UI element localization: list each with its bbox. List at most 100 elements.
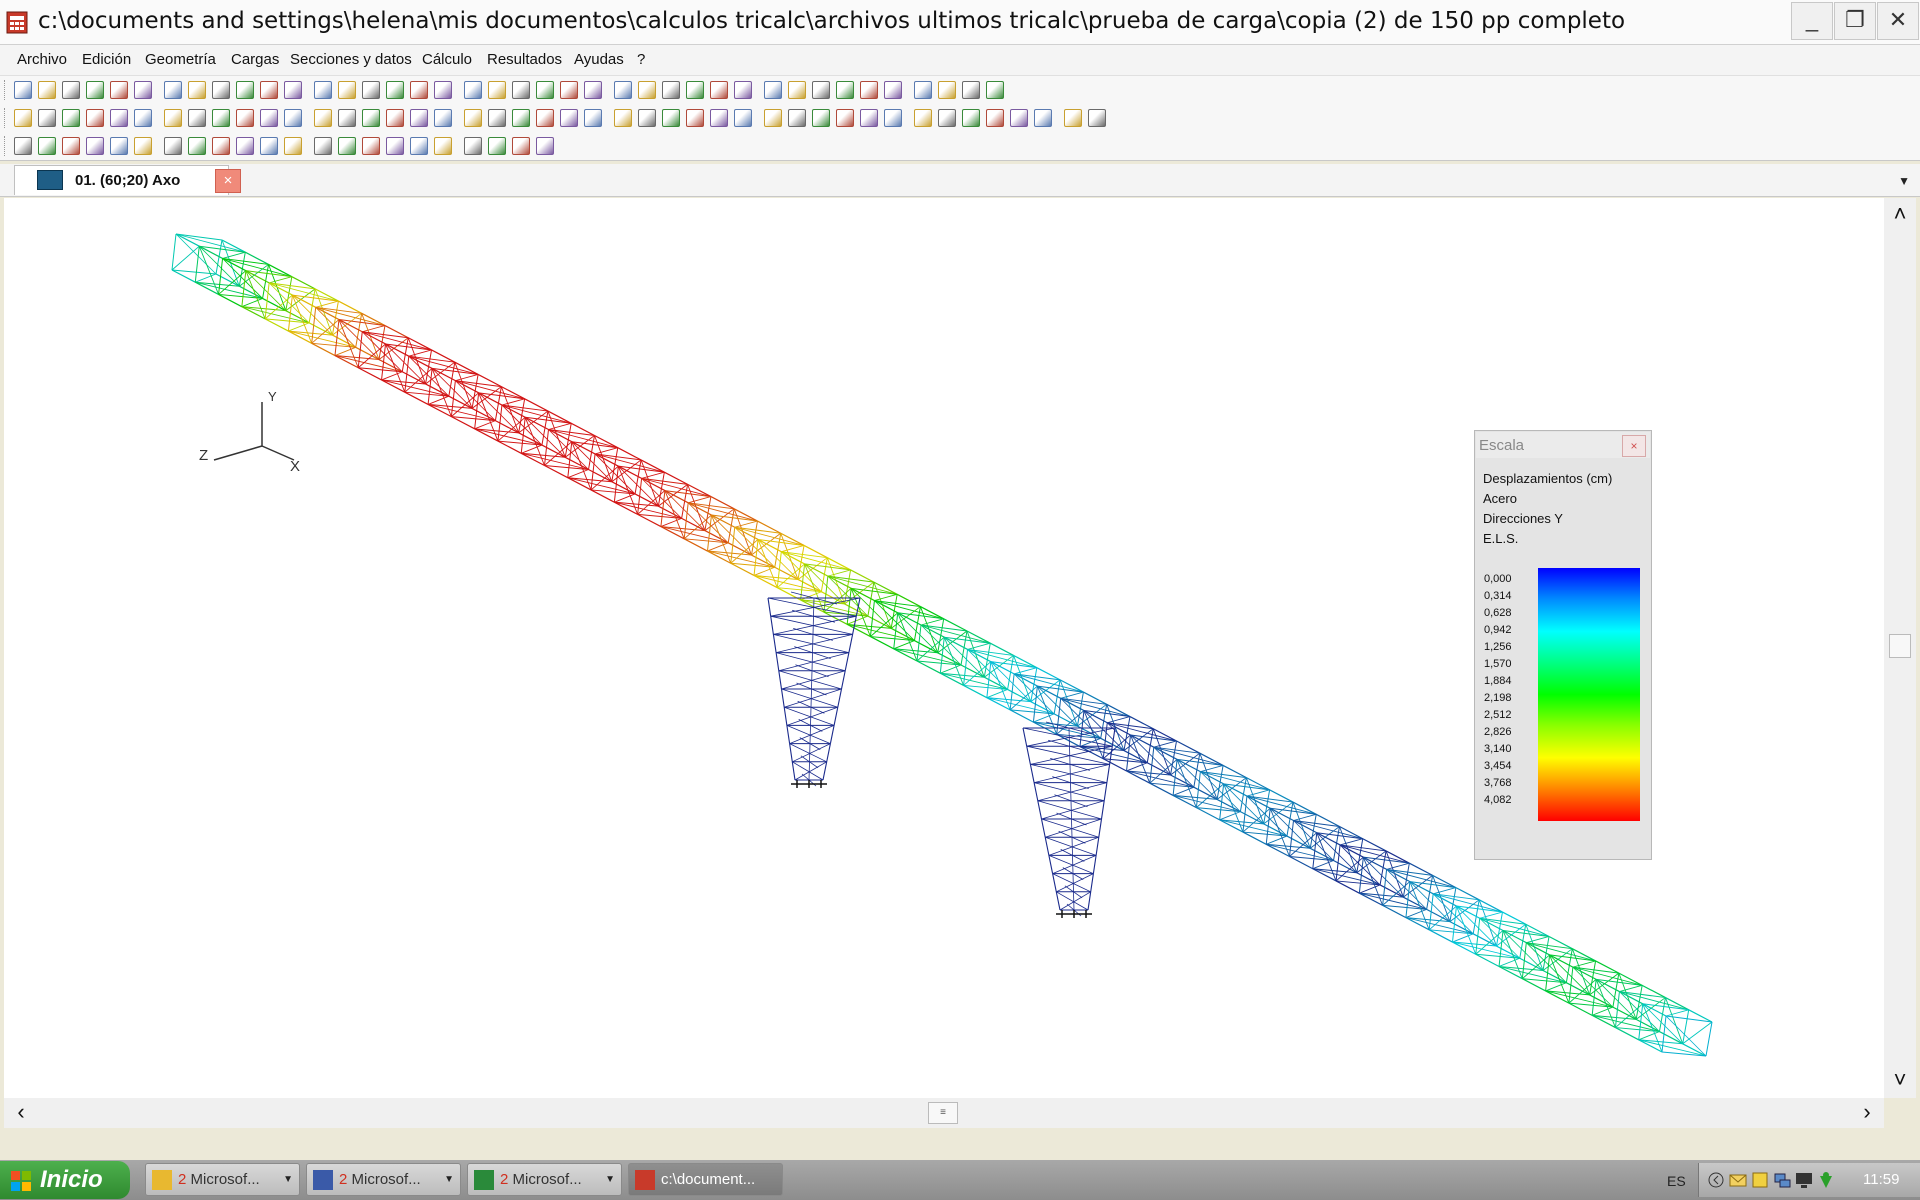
- toolbar-grip[interactable]: [4, 80, 8, 100]
- text-icon[interactable]: [1034, 109, 1052, 127]
- undo-icon[interactable]: [14, 109, 32, 127]
- cube-icon[interactable]: [536, 109, 554, 127]
- open-folder-icon[interactable]: [62, 81, 80, 99]
- paste-icon[interactable]: [236, 81, 254, 99]
- save-icon[interactable]: [110, 81, 128, 99]
- save-as-icon[interactable]: [134, 81, 152, 99]
- frame-icon[interactable]: [638, 109, 656, 127]
- scroll-right-button[interactable]: ›: [1852, 1098, 1882, 1128]
- rotate-icon[interactable]: [188, 109, 206, 127]
- mirror-x-icon[interactable]: [110, 137, 128, 155]
- raise-icon[interactable]: [362, 137, 380, 155]
- cut-icon[interactable]: [62, 109, 80, 127]
- dwg-icon[interactable]: [560, 81, 578, 99]
- ascii-export-icon[interactable]: [314, 81, 332, 99]
- config-icon[interactable]: [464, 81, 482, 99]
- mirror-icon[interactable]: [212, 109, 230, 127]
- support-icon[interactable]: [614, 109, 632, 127]
- render-icon[interactable]: [764, 109, 782, 127]
- database-icon[interactable]: [488, 81, 506, 99]
- first-icon[interactable]: [164, 137, 182, 155]
- scale-icon[interactable]: [1064, 109, 1082, 127]
- menu-ayudas[interactable]: Ayudas: [574, 51, 624, 68]
- bottom-icon[interactable]: [236, 137, 254, 155]
- right-icon[interactable]: [338, 137, 356, 155]
- language-indicator[interactable]: ES: [1667, 1173, 1686, 1189]
- pause-icon[interactable]: [536, 137, 554, 155]
- wireless-icon[interactable]: [1817, 1171, 1835, 1189]
- bar-icon[interactable]: [584, 109, 602, 127]
- dropdown-icon[interactable]: [464, 137, 482, 155]
- export-icon[interactable]: [164, 81, 182, 99]
- section-icon[interactable]: [812, 81, 830, 99]
- color-icon[interactable]: [860, 81, 878, 99]
- mirror-y-icon[interactable]: [134, 137, 152, 155]
- tricalc-app-icon[interactable]: [6, 8, 28, 34]
- table-icon[interactable]: [338, 109, 356, 127]
- menu-resultados[interactable]: Resultados: [487, 51, 562, 68]
- zoom-prev-icon[interactable]: [488, 109, 506, 127]
- taskbar-button[interactable]: 2 Microsof... ▼: [467, 1163, 622, 1196]
- minimize-button[interactable]: _: [1791, 2, 1833, 40]
- node-icon[interactable]: [560, 109, 578, 127]
- tab-list-dropdown[interactable]: ▼: [1898, 174, 1910, 188]
- layout-icon[interactable]: [410, 81, 428, 99]
- open-icon[interactable]: [86, 81, 104, 99]
- material-icon[interactable]: [812, 109, 830, 127]
- close-tab-button[interactable]: ×: [215, 169, 241, 193]
- new-file-icon[interactable]: [14, 81, 32, 99]
- plot-icon[interactable]: [386, 81, 404, 99]
- scroll-up-button[interactable]: ˄: [1885, 200, 1915, 230]
- next-icon[interactable]: [38, 137, 56, 155]
- down-up-icon[interactable]: [284, 137, 302, 155]
- page-icon[interactable]: [260, 81, 278, 99]
- network-icon[interactable]: [1773, 1171, 1791, 1189]
- paste-icon[interactable]: [110, 109, 128, 127]
- taskbar-button[interactable]: 2 Microsof... ▼: [306, 1163, 461, 1196]
- block-icon[interactable]: [662, 81, 680, 99]
- dropdown-icon[interactable]: [1088, 109, 1106, 127]
- start-button[interactable]: Inicio: [0, 1161, 130, 1199]
- layers-icon[interactable]: [788, 109, 806, 127]
- plan-icon[interactable]: [434, 81, 452, 99]
- restore-button[interactable]: ❐: [1834, 2, 1876, 40]
- bar-label-icon[interactable]: [788, 81, 806, 99]
- mesh-icon[interactable]: [836, 109, 854, 127]
- filter-down-icon[interactable]: [410, 137, 428, 155]
- back-arrow-icon[interactable]: [1707, 1171, 1725, 1189]
- horizontal-scroll-thumb[interactable]: ≡: [928, 1102, 958, 1124]
- measure-icon[interactable]: [734, 81, 752, 99]
- duplicate-icon[interactable]: [134, 109, 152, 127]
- prev-icon[interactable]: [14, 137, 32, 155]
- load-icon[interactable]: [860, 109, 878, 127]
- zoom-window-icon[interactable]: [410, 109, 428, 127]
- refresh-icon[interactable]: [986, 109, 1004, 127]
- zoom-out-icon[interactable]: [386, 109, 404, 127]
- toolbar-grip[interactable]: [4, 136, 8, 156]
- down-icon[interactable]: [86, 137, 104, 155]
- filter-icon[interactable]: [314, 109, 332, 127]
- vertical-scroll-thumb[interactable]: [1889, 634, 1911, 658]
- scroll-down-button[interactable]: ˅: [1885, 1066, 1915, 1096]
- dxf-icon[interactable]: [638, 81, 656, 99]
- view-front-icon[interactable]: [686, 109, 704, 127]
- grid-icon[interactable]: [686, 81, 704, 99]
- up-icon[interactable]: [62, 137, 80, 155]
- tab-view-axo[interactable]: 01. (60;20) Axo ×: [14, 165, 241, 195]
- zoom-all-icon[interactable]: [434, 109, 452, 127]
- menu-calculo[interactable]: Cálculo: [422, 51, 472, 68]
- view-top-icon[interactable]: [710, 109, 728, 127]
- print-preview-icon[interactable]: [362, 81, 380, 99]
- view-axo-icon[interactable]: [662, 109, 680, 127]
- menu-cargas[interactable]: Cargas: [231, 51, 279, 68]
- ascii-import-icon[interactable]: [284, 81, 302, 99]
- select-icon[interactable]: [236, 109, 254, 127]
- select-window-icon[interactable]: [260, 109, 278, 127]
- display-icon[interactable]: [1795, 1171, 1813, 1189]
- legend-title-bar[interactable]: Escala ×: [1476, 432, 1650, 458]
- view-side-icon[interactable]: [734, 109, 752, 127]
- menu-archivo[interactable]: Archivo: [17, 51, 67, 68]
- menu-help[interactable]: ?: [637, 51, 645, 68]
- scroll-left-button[interactable]: ‹: [6, 1098, 36, 1128]
- stop-icon[interactable]: [512, 137, 530, 155]
